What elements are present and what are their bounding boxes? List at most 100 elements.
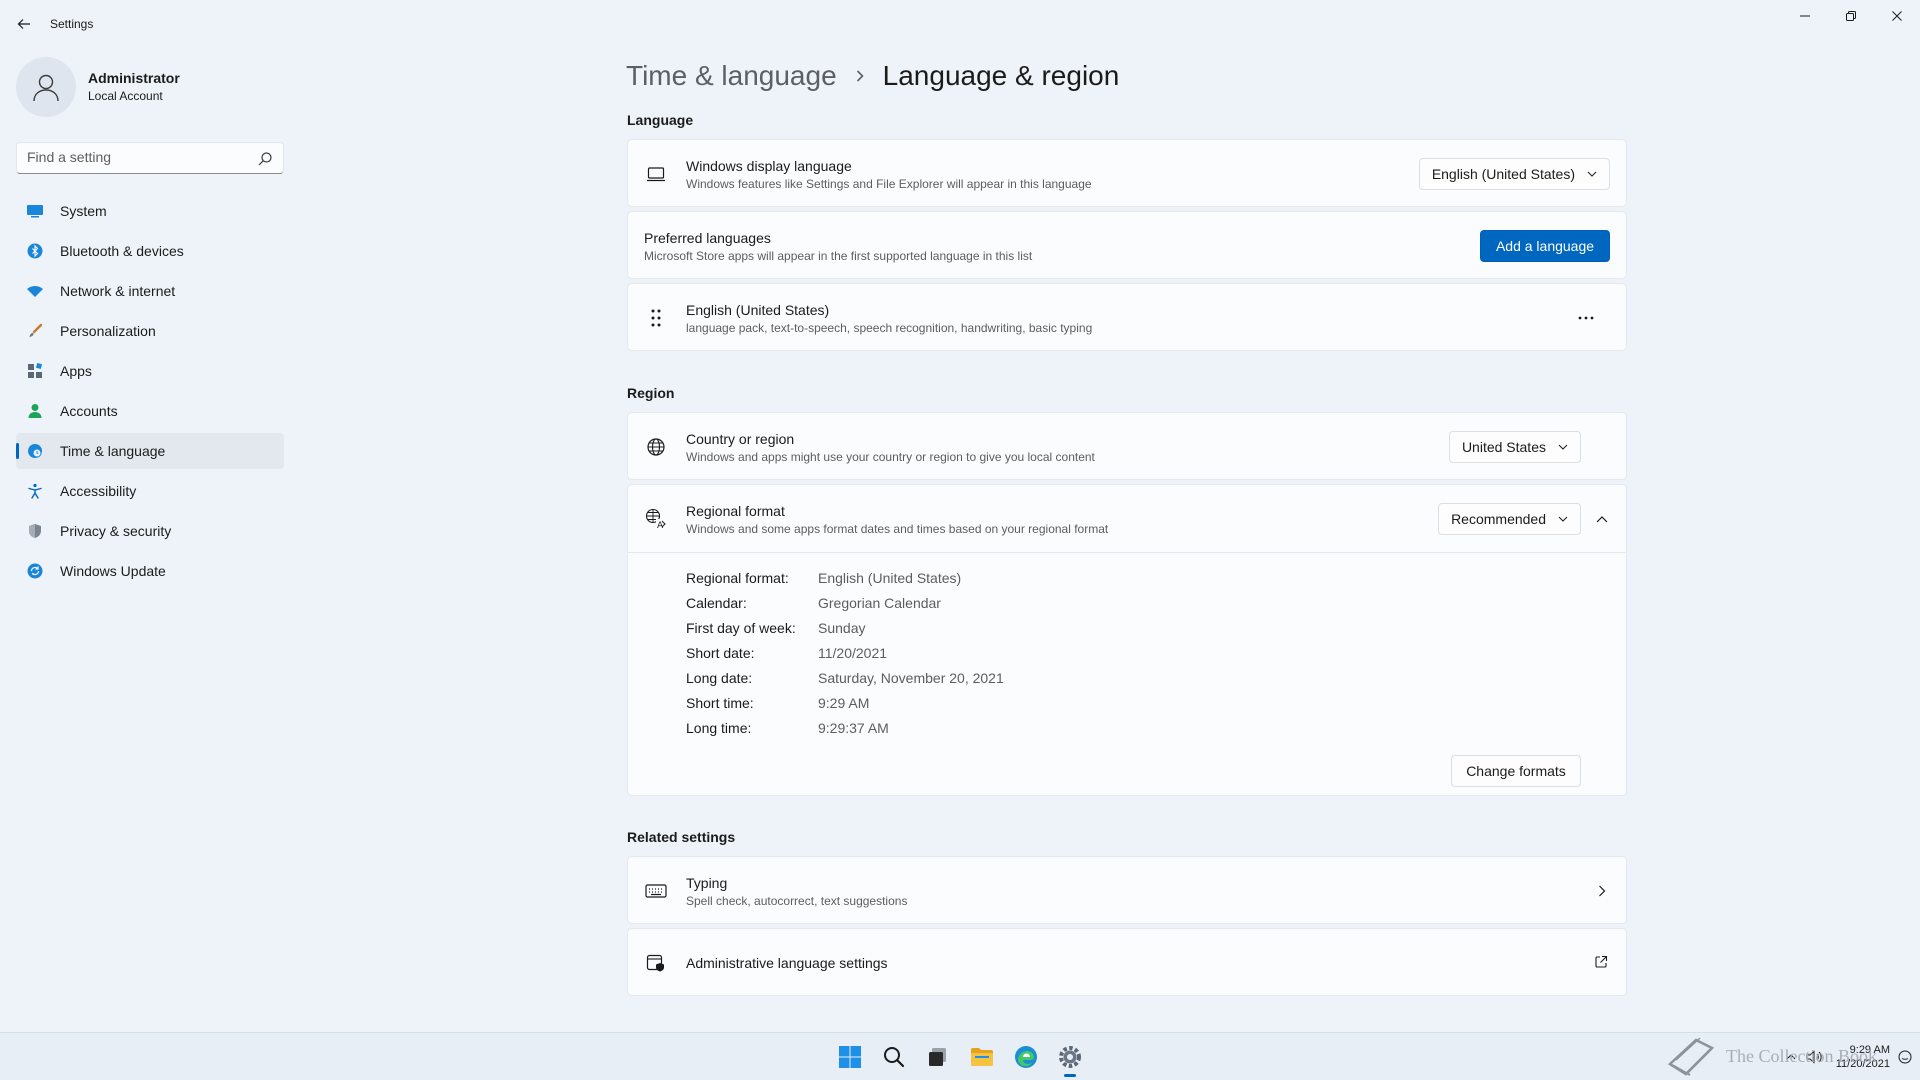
display-language-title: Windows display language — [686, 158, 852, 174]
taskbar-search-button[interactable] — [872, 1035, 916, 1079]
drag-handle-icon[interactable] — [644, 306, 668, 330]
sidebar-item-apps[interactable]: Apps — [16, 353, 284, 389]
system-icon — [26, 202, 44, 220]
file-explorer-button[interactable] — [960, 1035, 1004, 1079]
format-key: Long time: — [686, 719, 752, 736]
chevron-right-icon — [855, 69, 865, 83]
wifi-icon — [26, 282, 44, 300]
sidebar-item-accessibility[interactable]: Accessibility — [16, 473, 284, 509]
change-formats-button[interactable]: Change formats — [1451, 755, 1581, 787]
display-language-card: Windows display language Windows feature… — [627, 139, 1627, 207]
sidebar-item-accounts[interactable]: Accounts — [16, 393, 284, 429]
sidebar-item-label: Network & internet — [60, 283, 176, 299]
format-row: Regional format: English (United States) — [686, 565, 1004, 590]
app-title: Settings — [50, 17, 94, 31]
section-title-related: Related settings — [627, 829, 736, 845]
preferred-languages-subtitle: Microsoft Store apps will appear in the … — [644, 249, 1033, 263]
back-arrow-icon — [17, 19, 30, 29]
installed-language-card[interactable]: English (United States) language pack, t… — [627, 283, 1627, 351]
regional-format-card: A Regional format Windows and some apps … — [627, 484, 1627, 796]
sidebar-item-bluetooth[interactable]: Bluetooth & devices — [16, 233, 284, 269]
sidebar-item-label: Accounts — [60, 403, 118, 419]
regional-format-icon: A — [644, 507, 668, 531]
chevron-right-icon — [1598, 884, 1606, 902]
format-key: Short time: — [686, 694, 754, 711]
edge-button[interactable] — [1004, 1035, 1048, 1079]
settings-taskbar-button[interactable] — [1048, 1035, 1092, 1079]
admin-shield-icon — [644, 951, 668, 975]
admin-language-card[interactable]: Administrative language settings — [627, 928, 1627, 996]
back-button[interactable] — [12, 12, 36, 36]
sidebar-item-windows-update[interactable]: Windows Update — [16, 553, 284, 589]
restore-button[interactable] — [1828, 0, 1874, 32]
search-icon[interactable] — [257, 151, 273, 167]
task-view-icon — [929, 1048, 946, 1066]
sidebar-item-label: Time & language — [60, 443, 166, 459]
taskbar-apps — [828, 1033, 1092, 1080]
format-key: Long date: — [686, 669, 753, 686]
format-row: Short date: 11/20/2021 — [686, 640, 1004, 665]
format-row: Calendar: Gregorian Calendar — [686, 590, 1004, 615]
apps-icon — [26, 362, 44, 380]
format-key: First day of week: — [686, 619, 796, 636]
more-options-button[interactable] — [1574, 308, 1598, 328]
accessibility-icon — [26, 482, 44, 500]
windows-start-icon — [839, 1046, 861, 1068]
sidebar-item-system[interactable]: System — [16, 193, 284, 229]
external-link-icon — [1594, 955, 1608, 974]
update-icon — [26, 562, 44, 580]
display-language-subtitle: Windows features like Settings and File … — [686, 177, 1092, 191]
breadcrumb: Time & language Language & region — [626, 56, 1119, 96]
search-input[interactable] — [27, 149, 247, 165]
sidebar-item-label: System — [60, 203, 107, 219]
chevron-down-icon — [1558, 444, 1568, 450]
sidebar-nav: System Bluetooth & devices Network & int… — [16, 193, 284, 593]
settings-icon — [1059, 1046, 1081, 1068]
sidebar-item-label: Personalization — [60, 323, 156, 339]
breadcrumb-parent-link[interactable]: Time & language — [626, 60, 837, 92]
regional-format-dropdown[interactable]: Recommended — [1438, 503, 1581, 535]
country-region-title: Country or region — [686, 431, 795, 447]
display-language-dropdown[interactable]: English (United States) — [1418, 158, 1610, 190]
sidebar-item-label: Privacy & security — [60, 523, 172, 539]
sidebar-item-network[interactable]: Network & internet — [16, 273, 284, 309]
sidebar-item-label: Windows Update — [60, 563, 166, 579]
bluetooth-icon — [26, 242, 44, 260]
more-horizontal-icon — [1578, 316, 1594, 320]
person-icon — [26, 402, 44, 420]
dropdown-value: English (United States) — [1431, 166, 1575, 182]
minimize-button[interactable] — [1782, 0, 1828, 32]
country-region-card: Country or region Windows and apps might… — [627, 412, 1627, 480]
sidebar-item-personalization[interactable]: Personalization — [16, 313, 284, 349]
format-row: Long time: 9:29:37 AM — [686, 715, 1004, 740]
preferred-languages-title: Preferred languages — [644, 230, 771, 246]
notification-icon[interactable] — [1898, 1050, 1912, 1064]
user-profile[interactable]: Administrator Local Account — [16, 57, 286, 117]
close-icon — [1892, 11, 1902, 21]
file-explorer-icon — [971, 1048, 993, 1066]
format-value: 9:29 AM — [818, 694, 870, 711]
add-language-button[interactable]: Add a language — [1480, 230, 1610, 262]
search-icon — [884, 1047, 905, 1068]
section-title-language: Language — [627, 112, 694, 128]
profile-account-type: Local Account — [88, 89, 163, 103]
window-controls — [1782, 0, 1920, 32]
country-region-dropdown[interactable]: United States — [1448, 431, 1581, 463]
sidebar-item-privacy[interactable]: Privacy & security — [16, 513, 284, 549]
watermark-text: The Collection Book — [1726, 1045, 1877, 1066]
sidebar-item-time-language[interactable]: Time & language — [16, 433, 284, 469]
typing-card[interactable]: Typing Spell check, autocorrect, text su… — [627, 856, 1627, 924]
typing-subtitle: Spell check, autocorrect, text suggestio… — [686, 894, 908, 908]
taskbar: 9:29 AM 11/20/2021 — [0, 1032, 1920, 1080]
edge-icon — [1015, 1046, 1037, 1068]
regional-format-title: Regional format — [686, 503, 785, 519]
format-key: Calendar: — [686, 594, 747, 611]
task-view-button[interactable] — [916, 1035, 960, 1079]
close-button[interactable] — [1874, 0, 1920, 32]
dropdown-value: Recommended — [1451, 511, 1546, 527]
restore-icon — [1846, 11, 1856, 21]
globe-clock-icon — [26, 442, 44, 460]
format-value: Gregorian Calendar — [818, 594, 941, 611]
start-button[interactable] — [828, 1035, 872, 1079]
collapse-button[interactable] — [1590, 507, 1614, 531]
